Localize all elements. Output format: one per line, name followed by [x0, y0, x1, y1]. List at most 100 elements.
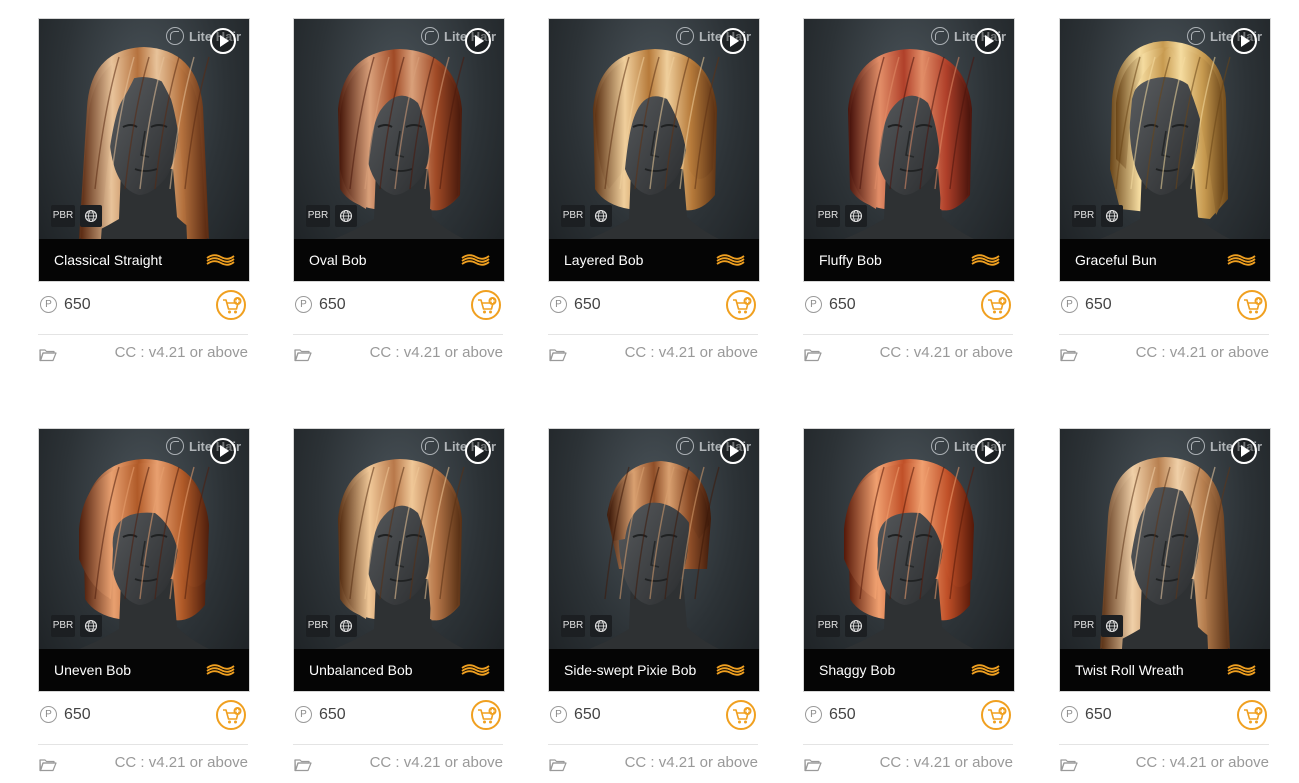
add-to-cart-icon [223, 297, 242, 314]
product-name[interactable]: Unbalanced Bob [309, 662, 413, 678]
add-to-cart-button[interactable] [981, 700, 1011, 730]
product-name[interactable]: Oval Bob [309, 252, 367, 268]
price-value: 650 [574, 296, 601, 313]
product-name-bar: Fluffy Bob [804, 239, 1014, 281]
product-name[interactable]: Twist Roll Wreath [1075, 662, 1184, 678]
product-name[interactable]: Graceful Bun [1075, 252, 1157, 268]
product-thumbnail[interactable]: Lite Hair PBR Oval Bob [293, 18, 505, 282]
folder-icon[interactable] [39, 758, 57, 772]
add-to-cart-button[interactable] [981, 290, 1011, 320]
play-icon[interactable] [210, 438, 236, 464]
product-name[interactable]: Shaggy Bob [819, 662, 895, 678]
product-thumbnail[interactable]: Lite Hair PBR Graceful Bun [1059, 18, 1271, 282]
folder-icon[interactable] [294, 348, 312, 362]
price-value: 650 [829, 296, 856, 313]
compat-row: CC : v4.21 or above [293, 754, 505, 776]
add-to-cart-button[interactable] [1237, 290, 1267, 320]
play-icon[interactable] [465, 438, 491, 464]
wave-logo-icon [461, 664, 490, 676]
price-row: P 650 [548, 700, 760, 734]
globe-mesh-icon [335, 205, 357, 227]
play-icon[interactable] [720, 438, 746, 464]
price-value: 650 [64, 706, 91, 723]
product-thumbnail[interactable]: Lite Hair PBR Side-swept Pixie Bob [548, 428, 760, 692]
folder-icon[interactable] [804, 348, 822, 362]
add-to-cart-button[interactable] [726, 290, 756, 320]
add-to-cart-button[interactable] [216, 700, 246, 730]
play-icon[interactable] [975, 28, 1001, 54]
points-coin-icon: P [295, 706, 312, 723]
folder-icon[interactable] [549, 758, 567, 772]
product-name-bar: Classical Straight [39, 239, 249, 281]
folder-icon[interactable] [549, 348, 567, 362]
product-name-bar: Layered Bob [549, 239, 759, 281]
product-thumbnail[interactable]: Lite Hair PBR Layered Bob [548, 18, 760, 282]
play-icon[interactable] [465, 28, 491, 54]
product-name-bar: Twist Roll Wreath [1060, 649, 1270, 691]
compatibility-text: CC : v4.21 or above [624, 344, 758, 361]
points-coin-icon: P [40, 296, 57, 313]
add-to-cart-icon [733, 707, 752, 724]
price-row: P 650 [38, 700, 250, 734]
product-thumbnail[interactable]: Lite Hair PBR Twist Roll Wreath [1059, 428, 1271, 692]
compat-row: CC : v4.21 or above [1059, 754, 1271, 776]
compat-row: CC : v4.21 or above [548, 344, 760, 366]
compat-row: CC : v4.21 or above [38, 344, 250, 366]
add-to-cart-button[interactable] [726, 700, 756, 730]
compatibility-text: CC : v4.21 or above [624, 754, 758, 771]
product-thumbnail[interactable]: Lite Hair PBR Uneven Bob [38, 428, 250, 692]
card-divider [803, 334, 1013, 335]
card-divider [293, 744, 503, 745]
price-value: 650 [319, 296, 346, 313]
pbr-badge: PBR [561, 205, 585, 227]
add-to-cart-button[interactable] [1237, 700, 1267, 730]
add-to-cart-button[interactable] [216, 290, 246, 320]
card-divider [38, 744, 248, 745]
play-icon[interactable] [1231, 438, 1257, 464]
compatibility-text: CC : v4.21 or above [369, 754, 503, 771]
compatibility-text: CC : v4.21 or above [114, 344, 248, 361]
product-thumbnail[interactable]: Lite Hair PBR Fluffy Bob [803, 18, 1015, 282]
lite-hair-mark-icon [1187, 437, 1205, 455]
product-name-bar: Uneven Bob [39, 649, 249, 691]
wave-logo-icon [971, 254, 1000, 266]
play-icon[interactable] [975, 438, 1001, 464]
product-thumbnail[interactable]: Lite Hair PBR Shaggy Bob [803, 428, 1015, 692]
compatibility-text: CC : v4.21 or above [1135, 754, 1269, 771]
wave-logo-icon [716, 254, 745, 266]
product-name[interactable]: Uneven Bob [54, 662, 131, 678]
add-to-cart-button[interactable] [471, 700, 501, 730]
play-icon[interactable] [1231, 28, 1257, 54]
card-divider [38, 334, 248, 335]
pbr-badge: PBR [1072, 615, 1096, 637]
compat-row: CC : v4.21 or above [803, 754, 1015, 776]
play-icon[interactable] [210, 28, 236, 54]
product-name-bar: Oval Bob [294, 239, 504, 281]
product-thumbnail[interactable]: Lite Hair PBR Classical Straight [38, 18, 250, 282]
price-value: 650 [64, 296, 91, 313]
compatibility-text: CC : v4.21 or above [879, 344, 1013, 361]
compat-row: CC : v4.21 or above [38, 754, 250, 776]
price-row: P 650 [293, 290, 505, 324]
folder-icon[interactable] [294, 758, 312, 772]
folder-icon[interactable] [1060, 758, 1078, 772]
pbr-badge: PBR [816, 205, 840, 227]
product-name[interactable]: Layered Bob [564, 252, 643, 268]
lite-hair-mark-icon [421, 437, 439, 455]
compatibility-text: CC : v4.21 or above [879, 754, 1013, 771]
compatibility-text: CC : v4.21 or above [114, 754, 248, 771]
folder-icon[interactable] [39, 348, 57, 362]
product-name[interactable]: Fluffy Bob [819, 252, 882, 268]
price-row: P 650 [803, 700, 1015, 734]
product-thumbnail[interactable]: Lite Hair PBR Unbalanced Bob [293, 428, 505, 692]
lite-hair-mark-icon [676, 27, 694, 45]
folder-icon[interactable] [804, 758, 822, 772]
folder-icon[interactable] [1060, 348, 1078, 362]
product-name-bar: Shaggy Bob [804, 649, 1014, 691]
product-name[interactable]: Side-swept Pixie Bob [564, 662, 696, 678]
globe-mesh-icon [1101, 205, 1123, 227]
add-to-cart-button[interactable] [471, 290, 501, 320]
product-name[interactable]: Classical Straight [54, 252, 162, 268]
play-icon[interactable] [720, 28, 746, 54]
add-to-cart-icon [733, 297, 752, 314]
